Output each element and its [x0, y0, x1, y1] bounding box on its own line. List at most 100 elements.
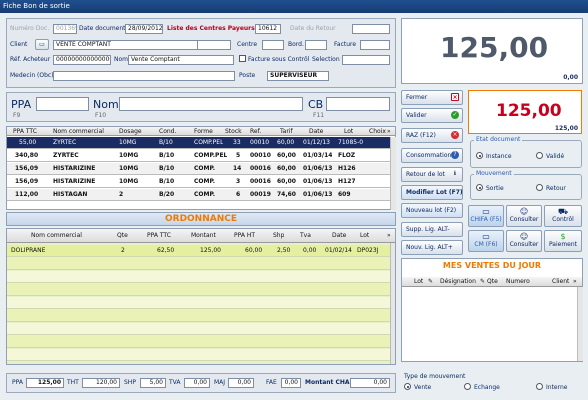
ordonnance-scrollbar[interactable] [390, 243, 395, 364]
radio-dot [476, 152, 483, 159]
facture-field[interactable] [360, 40, 390, 50]
client-search-button[interactable]: ▭ [35, 39, 49, 50]
bord-field[interactable] [305, 40, 327, 50]
column-menu-icon[interactable]: » [387, 229, 391, 243]
cell: 60,00 [277, 139, 295, 146]
consulter-cm-button[interactable]: ☺ Consulter [506, 230, 542, 252]
list-item [7, 284, 395, 296]
cell: 3 [236, 178, 241, 185]
nom-search-input[interactable] [119, 97, 303, 111]
radio-dot [536, 383, 543, 390]
cell: HISTAGAN [53, 191, 88, 198]
red-total-display: 125,00 125,00 [468, 90, 582, 134]
table-row[interactable]: DOLIPRANE 2 62,50 125,00 60,00 2,50 0,00… [7, 245, 395, 257]
table-row[interactable]: 112,00 HISTAGAN 2 B/20 COMP. 6 00019 74,… [7, 189, 395, 201]
column-menu-icon[interactable]: » [387, 127, 391, 136]
etat-document-title: Etat document [474, 136, 523, 144]
client-extra-field[interactable] [197, 40, 231, 50]
vente-label: Vente [414, 384, 432, 391]
consommation-button[interactable]: Consommation? [401, 148, 463, 163]
medecin-field[interactable] [53, 71, 235, 81]
ref-acheteur-field[interactable]: 0000000000000000 [53, 55, 111, 65]
cell: 60,00 [245, 247, 263, 254]
consulter-label: Consulter [509, 216, 539, 223]
controle-button[interactable]: ⛟ Contrôl [544, 205, 582, 227]
table-row[interactable]: 156,09 HISTARIZINE 10MG B/10 COMP. 14 00… [7, 163, 395, 175]
interne-radio[interactable]: Interne [536, 383, 567, 393]
chifa-button[interactable]: ▭ CHIFA (F5) [468, 205, 504, 227]
column-menu-icon[interactable]: » [573, 277, 577, 286]
instance-label: Instance [486, 153, 512, 160]
supp-ligne-button[interactable]: Supp. Lig. ALT- [401, 222, 463, 237]
cancel-icon: × [451, 131, 459, 139]
echange-radio[interactable]: Echange [464, 383, 500, 393]
centre-field[interactable] [262, 40, 284, 50]
poste-label: Poste [239, 72, 256, 79]
col-cond: Cond. [159, 128, 177, 135]
client-field[interactable]: VENTE COMPTANT [53, 40, 201, 50]
ordonnance-table: Nom commercial Qte PPA TTC Montant PPA H… [6, 228, 396, 365]
valider-button[interactable]: Valider ✓ [401, 108, 463, 123]
cell: 156,09 [15, 165, 39, 172]
consulter-chifa-button[interactable]: ☺ Consulter [506, 205, 542, 227]
raz-button[interactable]: RAZ (F12) × [401, 128, 463, 143]
list-item [7, 271, 395, 283]
cell: ZYRTEC [53, 139, 77, 146]
cell: B/10 [159, 152, 175, 159]
car-icon: ⛟ [557, 207, 569, 216]
ventes-scrollbar[interactable] [577, 287, 583, 361]
cm-button[interactable]: ▭ CM (F6) [468, 230, 504, 252]
list-item [7, 349, 395, 361]
cell: 00010 [250, 152, 271, 159]
cell: B/20 [159, 191, 175, 198]
table-row[interactable]: 156,09 HISTARIZINE 10MG B/10 COMP. 3 000… [7, 176, 395, 188]
paiement-label: Paiement [548, 241, 578, 248]
numero-doc-field[interactable]: 001369 [53, 24, 77, 34]
cell: 10MG [119, 165, 139, 172]
retour-radio[interactable]: Retour [536, 184, 566, 194]
sortie-radio[interactable]: Sortie [476, 184, 504, 194]
cell: 10MG [119, 178, 139, 185]
cell: 33 [233, 139, 241, 146]
selection-field[interactable] [342, 55, 390, 65]
cell: COMP. [194, 191, 216, 198]
cell: 62,50 [157, 247, 175, 254]
radio-dot [536, 152, 543, 159]
table-row[interactable]: 55,00 ZYRTEC 10MG B/10 COMP.PEL 33 00010… [7, 137, 395, 149]
list-item [7, 297, 395, 309]
modifier-lot-button[interactable]: Modifier Lot (F7) [401, 185, 463, 200]
valide-radio[interactable]: Validé [536, 152, 564, 162]
products-table: PPA TTC Nom commercial Dosage Cond. Form… [6, 126, 396, 210]
cell: 10MG [119, 152, 139, 159]
cell: COMP.PEL [194, 152, 228, 159]
cell: B/10 [159, 178, 175, 185]
centres-payeurs-select[interactable]: 10612 [255, 24, 281, 34]
nouveau-lot-button[interactable]: Nouveau lot (F2) [401, 203, 463, 218]
poste-field[interactable]: SUPERVISEUR [267, 71, 329, 81]
cell: 112,00 [15, 191, 39, 198]
products-scrollbar[interactable] [390, 137, 396, 210]
paiement-button[interactable]: $ Paiement [544, 230, 582, 252]
cell: 60,00 [277, 152, 296, 159]
bord-label: Bord. [288, 41, 304, 48]
date-retour-field[interactable] [352, 24, 390, 34]
ppa-search-input[interactable] [36, 97, 89, 111]
retour-lot-button[interactable]: Retour de lot ℹ [401, 167, 463, 182]
facture-sous-controle-checkbox[interactable]: Facture sous Contrôl [239, 55, 309, 65]
nom-field[interactable]: Vente Comptant [128, 55, 234, 65]
list-item [7, 323, 395, 335]
col-ref: Ref. [250, 128, 262, 135]
date-doc-field[interactable]: 28/09/2012 [125, 24, 163, 34]
cell: 2 [121, 247, 125, 254]
table-row[interactable]: 340,80 ZYRTEC 10MG B/10 COMP.PEL 5 00010… [7, 150, 395, 162]
card-icon: ▭ [482, 232, 490, 241]
nouv-ligne-button[interactable]: Nouv. Lig. ALT+ [401, 240, 463, 255]
cell: 6 [236, 191, 241, 198]
fermer-button[interactable]: Fermer × [401, 90, 463, 105]
chifa-label: CHIFA (F5) [470, 216, 502, 223]
client-label: Client [10, 41, 28, 48]
vente-radio[interactable]: Vente [404, 383, 431, 393]
radio-dot [404, 383, 411, 390]
cb-search-input[interactable] [326, 97, 390, 111]
instance-radio[interactable]: Instance [476, 152, 512, 162]
